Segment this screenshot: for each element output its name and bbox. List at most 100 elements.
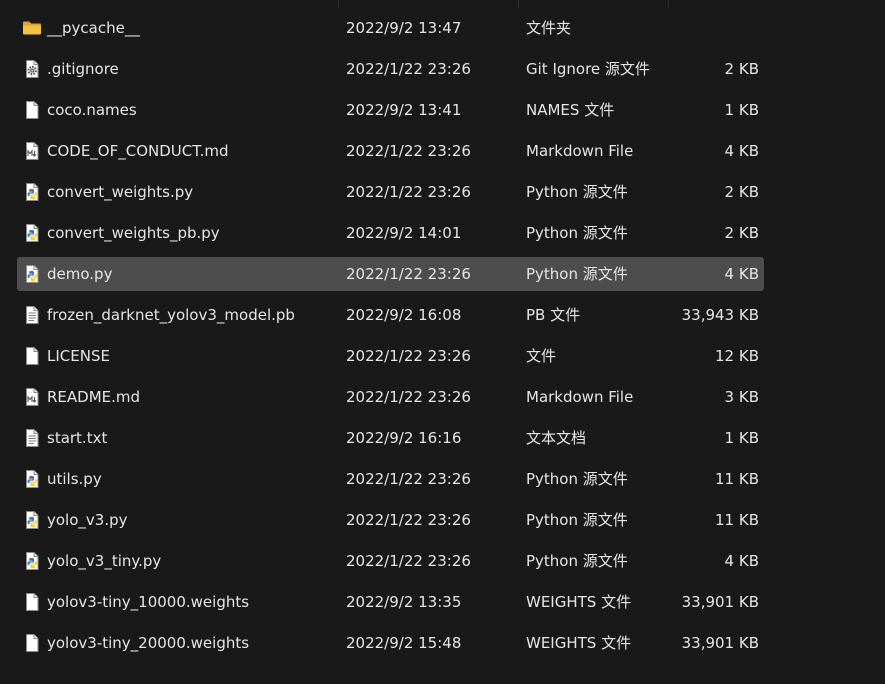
file-row-1[interactable]: .gitignore 2022/1/22 23:26 Git Ignore 源文件 2… bbox=[0, 49, 885, 90]
file-size: 33,901 KB bbox=[681, 593, 759, 611]
text-file-icon bbox=[22, 428, 42, 448]
file-row-6[interactable]: demo.py 2022/1/22 23:26 Python 源文件 4 KB bbox=[0, 254, 885, 295]
file-name: yolo_v3.py bbox=[47, 511, 128, 529]
file-row-9[interactable]: README.md 2022/1/22 23:26 Markdown File 3 K… bbox=[0, 377, 885, 418]
file-type: WEIGHTS 文件 bbox=[526, 634, 632, 652]
python-file-icon bbox=[22, 551, 42, 571]
file-list: __pycache__ 2022/9/2 13:47 文件夹 .gitignore 20… bbox=[0, 8, 885, 664]
file-type: Markdown File bbox=[526, 142, 634, 160]
file-row-11[interactable]: utils.py 2022/1/22 23:26 Python 源文件 11 KB bbox=[0, 459, 885, 500]
file-row-14[interactable]: yolov3-tiny_10000.weights 2022/9/2 13:35 W… bbox=[0, 582, 885, 623]
file-row-8[interactable]: LICENSE 2022/1/22 23:26 文件 12 KB bbox=[0, 336, 885, 377]
file-name: yolov3-tiny_10000.weights bbox=[47, 593, 250, 611]
file-modified-date: 2022/9/2 15:48 bbox=[346, 634, 462, 652]
file-name: CODE_OF_CONDUCT.md bbox=[47, 142, 229, 160]
file-icon bbox=[22, 633, 42, 653]
file-name: frozen_darknet_yolov3_model.pb bbox=[47, 306, 295, 324]
file-name: README.md bbox=[47, 388, 141, 406]
text-file-icon bbox=[22, 305, 42, 325]
file-name: yolov3-tiny_20000.weights bbox=[47, 634, 250, 652]
file-type: Git Ignore 源文件 bbox=[526, 60, 650, 78]
file-name: demo.py bbox=[47, 265, 113, 283]
file-type: Python 源文件 bbox=[526, 552, 628, 570]
file-row-4[interactable]: convert_weights.py 2022/1/22 23:26 Python … bbox=[0, 172, 885, 213]
file-type: Python 源文件 bbox=[526, 265, 628, 283]
file-name: utils.py bbox=[47, 470, 102, 488]
file-name: coco.names bbox=[47, 101, 137, 119]
file-modified-date: 2022/1/22 23:26 bbox=[346, 60, 471, 78]
file-row-7[interactable]: frozen_darknet_yolov3_model.pb 2022/9/2 1… bbox=[0, 295, 885, 336]
column-divider-date[interactable] bbox=[338, 0, 339, 8]
file-name: convert_weights.py bbox=[47, 183, 194, 201]
folder-icon bbox=[22, 18, 42, 38]
file-modified-date: 2022/1/22 23:26 bbox=[346, 347, 471, 365]
file-name: __pycache__ bbox=[47, 19, 140, 37]
file-modified-date: 2022/1/22 23:26 bbox=[346, 142, 471, 160]
file-row-5[interactable]: convert_weights_pb.py 2022/9/2 14:01 Pytho… bbox=[0, 213, 885, 254]
file-icon bbox=[22, 346, 42, 366]
file-type: 文本文档 bbox=[526, 429, 587, 447]
settings-file-icon bbox=[22, 59, 42, 79]
file-name: start.txt bbox=[47, 429, 108, 447]
file-type: Markdown File bbox=[526, 388, 634, 406]
file-size: 12 KB bbox=[715, 347, 759, 365]
file-modified-date: 2022/1/22 23:26 bbox=[346, 470, 471, 488]
file-size: 33,943 KB bbox=[681, 306, 759, 324]
file-row-10[interactable]: start.txt 2022/9/2 16:16 文本文档 1 KB bbox=[0, 418, 885, 459]
file-modified-date: 2022/9/2 13:47 bbox=[346, 19, 462, 37]
file-modified-date: 2022/1/22 23:26 bbox=[346, 265, 471, 283]
file-row-3[interactable]: CODE_OF_CONDUCT.md 2022/1/22 23:26 Markdow… bbox=[0, 131, 885, 172]
file-type: NAMES 文件 bbox=[526, 101, 615, 119]
column-divider-size[interactable] bbox=[668, 0, 669, 8]
file-row-13[interactable]: yolo_v3_tiny.py 2022/1/22 23:26 Python 源文件… bbox=[0, 541, 885, 582]
file-type: Python 源文件 bbox=[526, 183, 628, 201]
file-modified-date: 2022/1/22 23:26 bbox=[346, 552, 471, 570]
file-type: 文件 bbox=[526, 347, 557, 365]
file-size: 33,901 KB bbox=[681, 634, 759, 652]
file-size: 4 KB bbox=[724, 265, 759, 283]
file-size: 4 KB bbox=[724, 552, 759, 570]
file-type: Python 源文件 bbox=[526, 511, 628, 529]
file-modified-date: 2022/9/2 13:41 bbox=[346, 101, 462, 119]
file-modified-date: 2022/9/2 16:16 bbox=[346, 429, 462, 447]
file-size: 2 KB bbox=[724, 224, 759, 242]
column-divider-type[interactable] bbox=[518, 0, 519, 8]
file-size bbox=[640, 8, 759, 49]
file-type: Python 源文件 bbox=[526, 224, 628, 242]
file-size: 1 KB bbox=[724, 429, 759, 447]
file-type: PB 文件 bbox=[526, 306, 581, 324]
python-file-icon bbox=[22, 510, 42, 530]
file-name: convert_weights_pb.py bbox=[47, 224, 220, 242]
file-type: WEIGHTS 文件 bbox=[526, 593, 632, 611]
file-modified-date: 2022/9/2 16:08 bbox=[346, 306, 462, 324]
python-file-icon bbox=[22, 182, 42, 202]
file-size: 11 KB bbox=[715, 470, 759, 488]
file-size: 11 KB bbox=[715, 511, 759, 529]
file-row-15[interactable]: yolov3-tiny_20000.weights 2022/9/2 15:48 W… bbox=[0, 623, 885, 664]
file-size: 3 KB bbox=[724, 388, 759, 406]
file-size: 2 KB bbox=[724, 183, 759, 201]
file-type: Python 源文件 bbox=[526, 470, 628, 488]
file-icon bbox=[22, 100, 42, 120]
markdown-file-icon bbox=[22, 141, 42, 161]
file-type: 文件夹 bbox=[526, 19, 572, 37]
file-modified-date: 2022/1/22 23:26 bbox=[346, 183, 471, 201]
file-name: .gitignore bbox=[47, 60, 119, 78]
file-size: 2 KB bbox=[724, 60, 759, 78]
file-row-2[interactable]: coco.names 2022/9/2 13:41 NAMES 文件 1 KB bbox=[0, 90, 885, 131]
file-icon bbox=[22, 592, 42, 612]
file-modified-date: 2022/1/22 23:26 bbox=[346, 388, 471, 406]
file-modified-date: 2022/9/2 13:35 bbox=[346, 593, 462, 611]
markdown-file-icon bbox=[22, 387, 42, 407]
file-name: yolo_v3_tiny.py bbox=[47, 552, 162, 570]
file-row-0[interactable]: __pycache__ 2022/9/2 13:47 文件夹 bbox=[0, 8, 885, 49]
file-size: 4 KB bbox=[724, 142, 759, 160]
file-modified-date: 2022/1/22 23:26 bbox=[346, 511, 471, 529]
file-name: LICENSE bbox=[47, 347, 110, 365]
python-file-icon bbox=[22, 223, 42, 243]
python-file-icon bbox=[22, 469, 42, 489]
file-modified-date: 2022/9/2 14:01 bbox=[346, 224, 462, 242]
file-size: 1 KB bbox=[724, 101, 759, 119]
file-row-12[interactable]: yolo_v3.py 2022/1/22 23:26 Python 源文件 11 KB bbox=[0, 500, 885, 541]
python-file-icon bbox=[22, 264, 42, 284]
